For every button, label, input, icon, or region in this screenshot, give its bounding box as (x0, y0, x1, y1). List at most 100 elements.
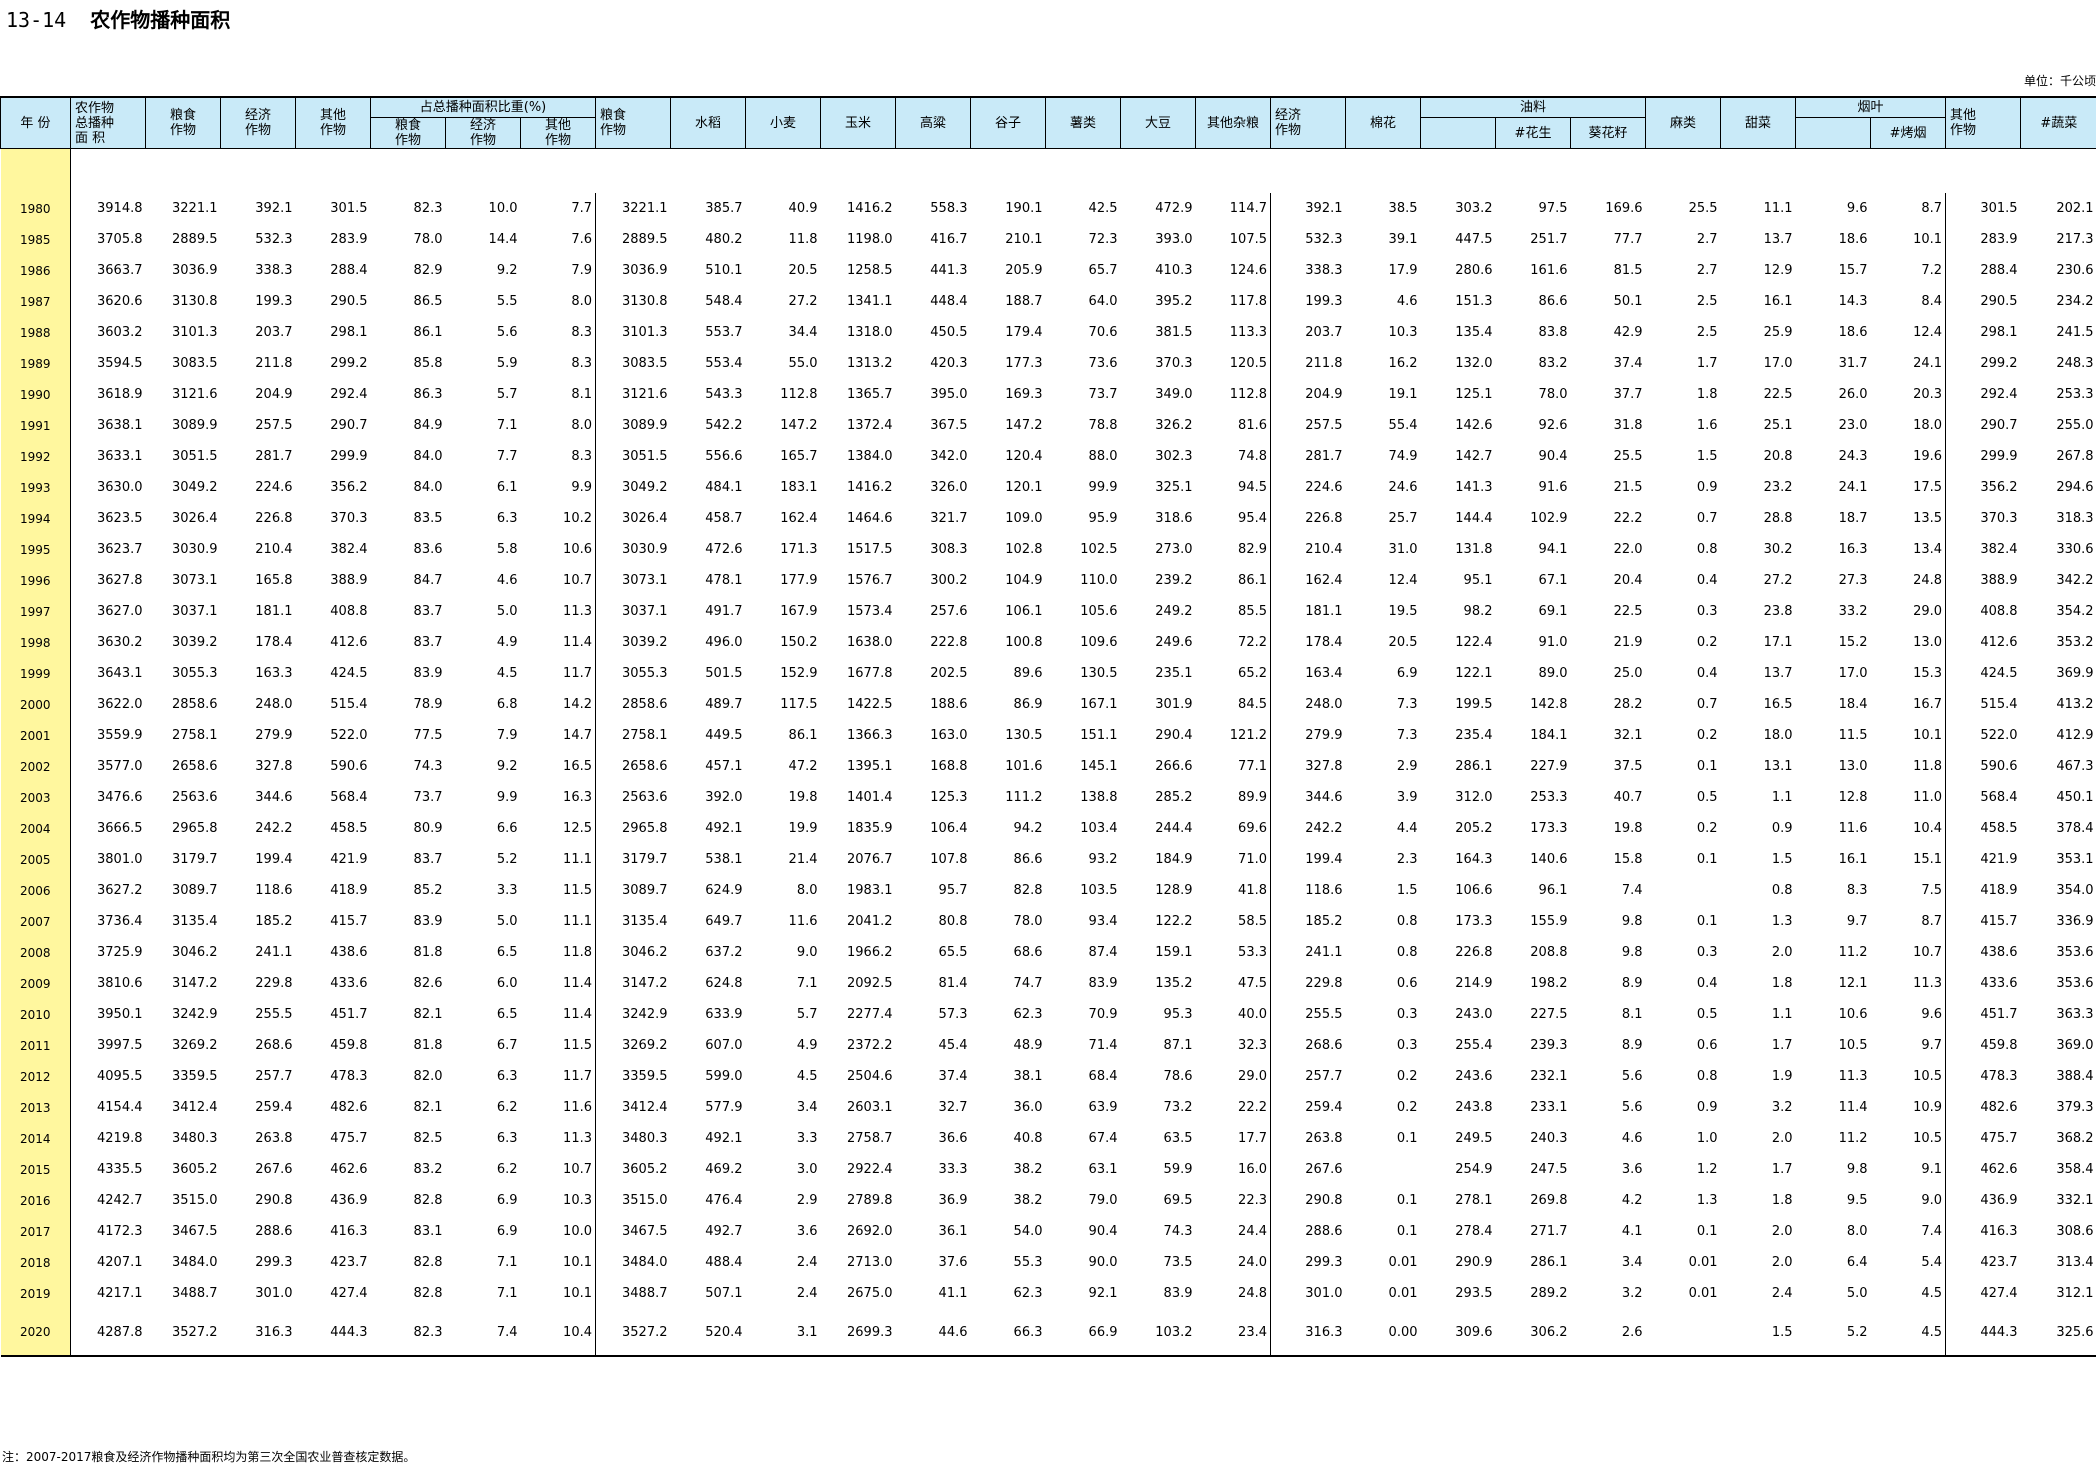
value-cell: 6.5 (496, 1007, 518, 1022)
value-cell: 8.9 (1621, 976, 1643, 991)
value-cell: 385.7 (705, 201, 743, 216)
value-cell: 3.2 (1771, 1100, 1793, 1115)
value-cell: 81.8 (413, 1038, 443, 1053)
value-cell: 30.2 (1763, 542, 1793, 557)
value-cell: 202.1 (2056, 201, 2094, 216)
year-cell: 2006 (0, 875, 71, 906)
value-cell: 10.1 (563, 1255, 592, 1270)
value-cell: 2.5 (1696, 294, 1718, 309)
value-cell: 9.0 (1921, 1193, 1943, 1208)
value-cell: 3221.1 (595, 193, 671, 224)
value-cell: 3603.2 (70, 317, 146, 348)
value-cell: 3046.2 (172, 945, 218, 960)
value-cell: 7.1 (496, 418, 518, 433)
value-cell: 2277.4 (847, 1007, 893, 1022)
value-cell: 4095.5 (70, 1061, 146, 1092)
value-cell: 25.7 (1388, 511, 1418, 526)
value-cell: 3051.5 (595, 441, 671, 472)
value-cell: 39.1 (1388, 232, 1418, 247)
value-cell: 3950.1 (70, 999, 146, 1030)
value-cell: 0.1 (1696, 1224, 1718, 1239)
value-cell: 113.3 (1229, 325, 1267, 340)
value-cell: 436.9 (330, 1193, 368, 1208)
table-row: 2010 3950.1 3242.9 255.5 451.7 82.1 6.5 11.4 324… (0, 999, 2096, 1030)
value-cell: 259.4 (1270, 1092, 1346, 1123)
value-cell: 255.0 (2056, 418, 2094, 433)
value-cell: 424.5 (330, 666, 368, 681)
value-cell: 69.6 (1238, 821, 1267, 836)
value-cell: 90.4 (1538, 449, 1568, 464)
value-cell: 3030.9 (595, 534, 671, 565)
value-cell: 120.4 (1005, 449, 1043, 464)
value-cell: 130.5 (1080, 666, 1118, 681)
value-cell: 95.9 (1088, 511, 1118, 526)
value-cell: 241.1 (255, 945, 293, 960)
value-cell: 38.2 (1013, 1193, 1043, 1208)
value-cell: 107.8 (930, 852, 968, 867)
value-cell: 4219.8 (70, 1123, 146, 1154)
value-cell: 3605.2 (172, 1162, 218, 1177)
value-cell: 327.8 (255, 759, 293, 774)
value-cell: 3630.2 (70, 627, 146, 658)
value-cell: 5.0 (496, 604, 518, 619)
value-cell: 23.8 (1763, 604, 1793, 619)
unit-label: 单位：千公顷 (2023, 74, 2096, 88)
value-cell: 130.5 (1005, 728, 1043, 743)
value-cell: 259.4 (255, 1100, 293, 1115)
value-cell: 3036.9 (172, 263, 218, 278)
value-cell: 1.8 (1696, 387, 1718, 402)
table-row: 2017 4172.3 3467.5 288.6 416.3 83.1 6.9 10.0 346… (0, 1216, 2096, 1247)
value-cell: 24.0 (1238, 1255, 1267, 1270)
year-cell: 1999 (0, 658, 71, 689)
value-cell: 321.7 (930, 511, 968, 526)
value-cell: 280.6 (1455, 263, 1493, 278)
value-cell: 106.1 (1005, 604, 1043, 619)
value-cell: 82.5 (413, 1131, 443, 1146)
value-cell: 3515.0 (172, 1193, 218, 1208)
value-cell: 21.9 (1613, 635, 1643, 650)
value-cell: 79.0 (1088, 1193, 1118, 1208)
value-cell: 1258.5 (847, 263, 893, 278)
value-cell: 89.0 (1538, 666, 1568, 681)
value-cell: 147.2 (780, 418, 818, 433)
value-cell: 3527.2 (145, 1309, 221, 1357)
value-cell: 82.9 (413, 263, 443, 278)
header-economic: 经济 作物 (220, 96, 296, 149)
value-cell: 501.5 (705, 666, 743, 681)
year-cell: 1997 (0, 596, 71, 627)
year-cell: 2002 (0, 751, 71, 782)
value-cell: 3269.2 (595, 1030, 671, 1061)
value-cell: 55.0 (788, 356, 818, 371)
year-cell: 2013 (0, 1092, 71, 1123)
value-cell: 6.2 (496, 1162, 518, 1177)
value-cell: 203.7 (255, 325, 293, 340)
value-cell: 507.1 (705, 1286, 743, 1301)
table-row: 2002 3577.0 2658.6 327.8 590.6 74.3 9.2 16.5 265… (0, 751, 2096, 782)
value-cell: 8.3 (1846, 883, 1868, 898)
value-cell: 292.4 (330, 387, 368, 402)
value-cell: 3515.0 (595, 1185, 671, 1216)
value-cell: 488.4 (705, 1255, 743, 1270)
value-cell: 290.5 (1945, 286, 2021, 317)
value-cell: 3627.0 (70, 596, 146, 627)
value-cell: 3801.0 (70, 844, 146, 875)
year-cell: 2012 (0, 1061, 71, 1092)
value-cell: 8.1 (1621, 1007, 1643, 1022)
value-cell: 40.0 (1238, 1007, 1267, 1022)
value-cell: 3630.0 (70, 472, 146, 503)
value-cell: 96.1 (1538, 883, 1568, 898)
value-cell (1346, 1154, 1421, 1185)
value-cell: 298.1 (330, 325, 368, 340)
value-cell: 31.8 (1613, 418, 1643, 433)
year-cell: 2009 (0, 968, 71, 999)
value-cell: 0.1 (1696, 759, 1718, 774)
value-cell: 290.7 (1945, 410, 2021, 441)
value-cell: 86.5 (413, 294, 443, 309)
value-cell: 42.9 (1613, 325, 1643, 340)
value-cell: 300.2 (930, 573, 968, 588)
value-cell: 6.6 (496, 821, 518, 836)
value-cell: 78.6 (1163, 1069, 1193, 1084)
value-cell: 64.0 (1088, 294, 1118, 309)
value-cell: 3.1 (745, 1309, 821, 1357)
value-cell: 2.0 (1771, 1255, 1793, 1270)
